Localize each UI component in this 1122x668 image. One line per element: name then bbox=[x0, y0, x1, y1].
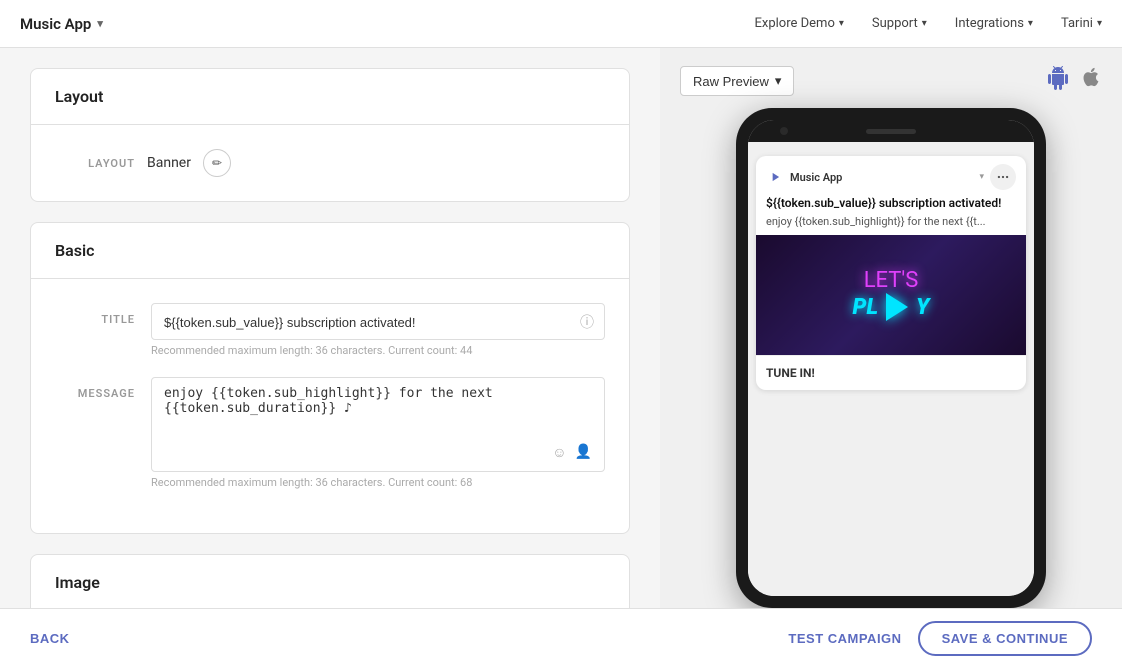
top-navigation: Music App ▾ Explore Demo ▾ Support ▾ Int… bbox=[0, 0, 1122, 48]
title-field-content: ⓘ Recommended maximum length: 36 charact… bbox=[151, 303, 605, 357]
play-text-left: PL bbox=[853, 295, 878, 320]
phone-notch bbox=[748, 120, 1034, 142]
notif-app-name: Music App bbox=[790, 171, 973, 184]
title-input[interactable] bbox=[164, 315, 592, 330]
layout-field-value: Banner bbox=[147, 155, 191, 171]
preview-chevron: ▾ bbox=[775, 73, 782, 89]
raw-preview-button[interactable]: Raw Preview ▾ bbox=[680, 66, 794, 96]
message-field-label: MESSAGE bbox=[55, 377, 135, 400]
app-title-chevron: ▾ bbox=[97, 17, 103, 30]
notif-app-icon bbox=[766, 168, 784, 186]
message-field-content: enjoy {{token.sub_highlight}} for the ne… bbox=[151, 377, 605, 489]
message-field-row: MESSAGE enjoy {{token.sub_highlight}} fo… bbox=[55, 377, 605, 489]
title-field-row: TITLE ⓘ Recommended maximum length: 36 c… bbox=[55, 303, 605, 357]
nav-item-integrations[interactable]: Integrations ▾ bbox=[955, 16, 1033, 31]
notif-image-content: LET'S PL Y bbox=[853, 268, 930, 321]
app-title: Music App bbox=[20, 15, 91, 33]
message-input-wrap: enjoy {{token.sub_highlight}} for the ne… bbox=[151, 377, 605, 472]
layout-field-label: LAYOUT bbox=[55, 157, 135, 170]
raw-preview-label: Raw Preview bbox=[693, 74, 769, 89]
notif-title: ${{token.sub_value}} subscription activa… bbox=[756, 194, 1026, 214]
title-info-icon: ⓘ bbox=[580, 312, 594, 332]
nav-item-explore[interactable]: Explore Demo ▾ bbox=[755, 16, 844, 31]
right-panel: Raw Preview ▾ bbox=[660, 48, 1122, 608]
message-input[interactable]: enjoy {{token.sub_highlight}} for the ne… bbox=[164, 386, 592, 436]
notif-image: LET'S PL Y bbox=[756, 235, 1026, 355]
phone-speaker bbox=[866, 129, 916, 134]
platform-icons bbox=[1046, 66, 1102, 96]
basic-section: Basic TITLE ⓘ Recommended maximum length… bbox=[30, 222, 630, 534]
play-text-right: Y bbox=[916, 295, 929, 320]
title-field-label: TITLE bbox=[55, 303, 135, 326]
image-section: Image IMAGE https://afiles.webengage.com… bbox=[30, 554, 630, 608]
apple-icon[interactable] bbox=[1080, 66, 1102, 96]
phone-mockup: Music App ▾ ${{token.sub_value}} subscri… bbox=[736, 108, 1046, 608]
save-continue-button[interactable]: SAVE & CONTINUE bbox=[918, 621, 1092, 656]
notif-body: enjoy {{token.sub_highlight}} for the ne… bbox=[756, 214, 1026, 235]
test-campaign-button[interactable]: TEST CAMPAIGN bbox=[788, 621, 901, 656]
notif-app-chevron: ▾ bbox=[979, 172, 984, 182]
title-hint: Recommended maximum length: 36 character… bbox=[151, 344, 605, 357]
emoji-icon[interactable]: ☺ bbox=[552, 444, 566, 461]
basic-section-title: Basic bbox=[31, 223, 629, 279]
notif-options-icon bbox=[990, 164, 1016, 190]
image-section-title: Image bbox=[31, 555, 629, 608]
left-panel: Layout LAYOUT Banner ✏ Basic TITLE bbox=[0, 48, 660, 608]
bottom-footer: BACK TEST CAMPAIGN SAVE & CONTINUE bbox=[0, 608, 1122, 668]
nav-item-tarini[interactable]: Tarini ▾ bbox=[1061, 16, 1102, 31]
back-button[interactable]: BACK bbox=[30, 631, 70, 646]
play-triangle-icon bbox=[886, 293, 908, 321]
title-input-wrap: ⓘ bbox=[151, 303, 605, 340]
layout-section: Layout LAYOUT Banner ✏ bbox=[30, 68, 630, 202]
layout-edit-button[interactable]: ✏ bbox=[203, 149, 231, 177]
notification-card: Music App ▾ ${{token.sub_value}} subscri… bbox=[756, 156, 1026, 390]
footer-right-buttons: TEST CAMPAIGN SAVE & CONTINUE bbox=[788, 621, 1092, 656]
notif-cta: TUNE IN! bbox=[756, 355, 1026, 390]
nav-right-items: Explore Demo ▾ Support ▾ Integrations ▾ … bbox=[755, 16, 1103, 31]
notif-header: Music App ▾ bbox=[756, 156, 1026, 194]
lets-text: LET'S bbox=[853, 268, 930, 293]
nav-item-support[interactable]: Support ▾ bbox=[872, 16, 927, 31]
android-icon[interactable] bbox=[1046, 66, 1070, 96]
basic-section-body: TITLE ⓘ Recommended maximum length: 36 c… bbox=[31, 279, 629, 533]
phone-screen-content: Music App ▾ ${{token.sub_value}} subscri… bbox=[748, 142, 1034, 596]
person-icon[interactable]: 👤 bbox=[575, 444, 592, 461]
phone-camera bbox=[780, 127, 788, 135]
pencil-icon: ✏ bbox=[212, 156, 222, 170]
play-row: PL Y bbox=[853, 293, 930, 321]
message-hint: Recommended maximum length: 36 character… bbox=[151, 476, 605, 489]
main-content: Layout LAYOUT Banner ✏ Basic TITLE bbox=[0, 48, 1122, 608]
layout-section-body: LAYOUT Banner ✏ bbox=[31, 125, 629, 201]
layout-section-title: Layout bbox=[31, 69, 629, 125]
preview-toolbar: Raw Preview ▾ bbox=[660, 58, 1122, 104]
phone-screen: Music App ▾ ${{token.sub_value}} subscri… bbox=[748, 120, 1034, 596]
app-title-area[interactable]: Music App ▾ bbox=[20, 15, 103, 33]
message-icons-row: ☺ 👤 bbox=[164, 440, 592, 463]
layout-row: LAYOUT Banner ✏ bbox=[55, 149, 605, 177]
